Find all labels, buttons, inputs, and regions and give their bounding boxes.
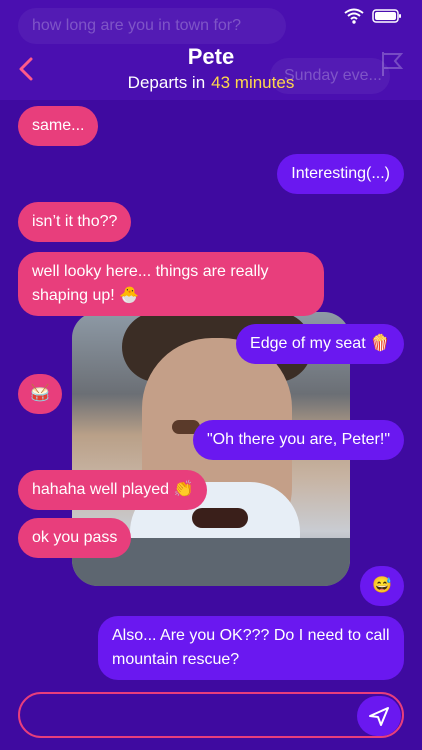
- send-button[interactable]: [357, 696, 401, 736]
- message-bubble[interactable]: 🥁: [18, 374, 62, 414]
- departure-status: Departs in 43 minutes: [0, 73, 422, 93]
- message-bubble[interactable]: hahaha well played 👏: [18, 470, 208, 510]
- send-icon: [369, 707, 389, 726]
- battery-icon: [372, 9, 401, 23]
- contact-name: Pete: [187, 44, 235, 69]
- message-bubble[interactable]: Also... Are you OK??? Do I need to call …: [98, 616, 404, 680]
- message-bubble[interactable]: Interesting(...): [277, 154, 404, 194]
- message-bubble[interactable]: ok you pass: [18, 518, 132, 558]
- message-bubble[interactable]: 😅: [360, 566, 404, 606]
- message-bubble[interactable]: isn’t it tho??: [18, 202, 132, 242]
- message-bubble[interactable]: Edge of my seat 🍿: [236, 324, 404, 364]
- ghost-message-top: how long are you in town for?: [18, 8, 286, 44]
- departure-minutes: 43 minutes: [211, 73, 295, 92]
- message-bubble[interactable]: "Oh there you are, Peter!": [192, 420, 404, 460]
- wifi-icon: [344, 8, 364, 24]
- status-bar: [344, 8, 402, 24]
- message-bubble[interactable]: same...: [18, 106, 99, 146]
- departure-label: Departs in: [127, 73, 206, 92]
- message-input[interactable]: [18, 692, 404, 738]
- photo-mouth: [192, 508, 248, 528]
- message-bubble[interactable]: well looky here... things are really sha…: [18, 252, 324, 316]
